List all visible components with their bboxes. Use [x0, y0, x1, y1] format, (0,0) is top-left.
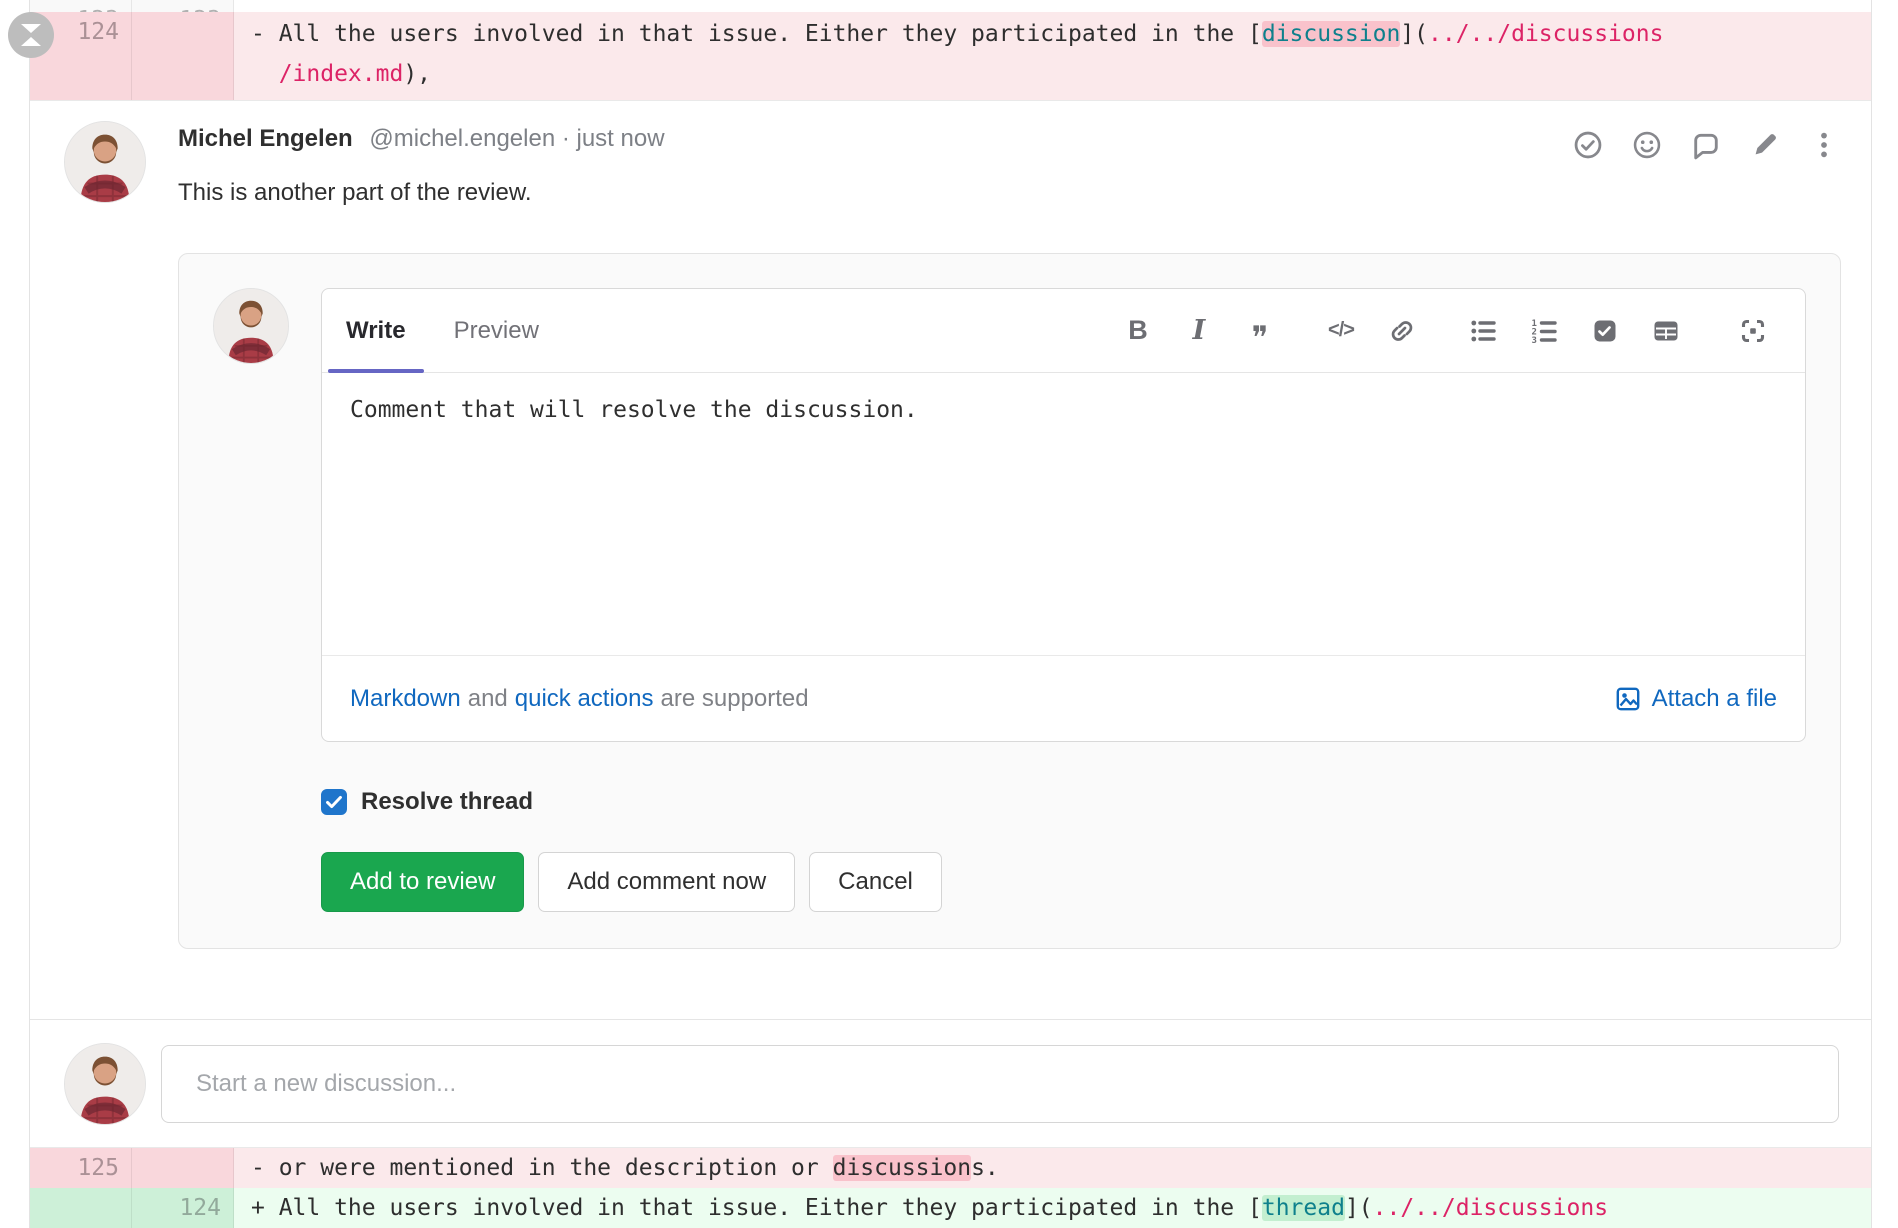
resolve-thread-checkbox[interactable] [321, 789, 347, 815]
resolve-thread-icon[interactable] [1571, 128, 1605, 162]
new-line-number: 123 [179, 0, 221, 12]
new-line-number: 124 [179, 1195, 221, 1221]
diff-code: - All the users involved in that issue. … [234, 12, 1871, 100]
comment: Michel Engelen @michel.engelen · just no… [64, 121, 1841, 949]
quote-icon[interactable]: ❞ [1246, 317, 1274, 345]
resolve-thread-label: Resolve thread [361, 788, 533, 816]
svg-text:3: 3 [1532, 336, 1537, 345]
diff-added-row: 124 + All the users involved in that iss… [30, 1188, 1871, 1228]
comment-textarea[interactable]: Comment that will resolve the discussion… [322, 373, 1805, 655]
code-icon[interactable]: </> [1327, 317, 1355, 345]
discussion-thread: Michel Engelen @michel.engelen · just no… [30, 100, 1871, 1019]
old-line-gutter[interactable] [30, 1188, 132, 1228]
diff-code: + All the users involved in that issue. … [234, 1188, 1871, 1228]
resolve-thread-row: Resolve thread [321, 788, 1806, 816]
link-icon[interactable] [1388, 317, 1416, 345]
merge-request-diff-discussion: 123 123 124 - All the users involved in … [0, 0, 1898, 1228]
new-line-gutter[interactable] [132, 12, 234, 100]
more-options-icon[interactable] [1807, 128, 1841, 162]
table-icon[interactable] [1652, 317, 1680, 345]
old-line-number: 124 [77, 19, 119, 45]
collapse-lines-button[interactable] [8, 12, 54, 58]
quick-actions-link[interactable]: quick actions [515, 685, 654, 713]
diff-table-frame: 123 123 124 - All the users involved in … [29, 0, 1872, 1228]
form-actions: Add to review Add comment now Cancel [321, 852, 1806, 912]
editor-footer: Markdown and quick actions are supported [322, 655, 1805, 741]
markdown-editor: Write Preview B I ❞ </> [321, 288, 1806, 742]
comment-body: This is another part of the review. [178, 179, 1841, 207]
diff-removed-row: 125 - or were mentioned in the descripti… [30, 1147, 1871, 1188]
comment-icon[interactable] [1689, 128, 1723, 162]
old-line-gutter[interactable]: 123 [30, 0, 132, 12]
author-meta: @michel.engelen · just now [369, 125, 664, 152]
author-name[interactable]: Michel Engelen [178, 125, 353, 152]
tab-write[interactable]: Write [322, 289, 430, 372]
attach-file-icon [1614, 685, 1642, 713]
add-to-review-button[interactable]: Add to review [321, 852, 524, 912]
attach-file-button[interactable]: Attach a file [1614, 685, 1777, 713]
diff-removed-row: 124 - All the users involved in that iss… [30, 12, 1871, 100]
task-list-icon[interactable] [1591, 317, 1619, 345]
editor-tabs: Write Preview [322, 289, 563, 372]
bold-icon[interactable]: B [1124, 317, 1152, 345]
editor-column: Write Preview B I ❞ </> [321, 288, 1806, 912]
diff-code [234, 0, 1871, 12]
fullscreen-icon[interactable] [1739, 317, 1767, 345]
cancel-button[interactable]: Cancel [809, 852, 942, 912]
attach-file-label: Attach a file [1652, 685, 1777, 713]
comment-column: Michel Engelen @michel.engelen · just no… [178, 121, 1841, 949]
diff-code: - or were mentioned in the description o… [234, 1148, 1871, 1188]
add-comment-now-button[interactable]: Add comment now [538, 852, 795, 912]
author-avatar [64, 121, 146, 203]
new-line-gutter[interactable]: 123 [132, 0, 234, 12]
diff-context-row: 123 123 [30, 0, 1871, 12]
italic-icon[interactable]: I [1185, 317, 1213, 345]
markdown-hint: Markdown and quick actions are supported [350, 685, 809, 713]
markdown-toolbar: B I ❞ </> [1124, 289, 1805, 372]
bulleted-list-icon[interactable] [1469, 317, 1497, 345]
new-line-gutter[interactable] [132, 1148, 234, 1188]
reply-form: Write Preview B I ❞ </> [178, 253, 1841, 949]
new-discussion-row [30, 1019, 1871, 1147]
new-line-gutter[interactable]: 124 [132, 1188, 234, 1228]
old-line-number: 123 [77, 0, 119, 12]
edit-icon[interactable] [1748, 128, 1782, 162]
current-user-avatar [213, 288, 289, 364]
note-actions [1571, 128, 1841, 162]
markdown-link[interactable]: Markdown [350, 685, 461, 713]
hint-text: are supported [661, 685, 809, 713]
tab-preview[interactable]: Preview [430, 289, 563, 372]
hint-text: and [468, 685, 508, 713]
numbered-list-icon[interactable]: 123 [1530, 317, 1558, 345]
old-line-number: 125 [77, 1155, 119, 1181]
editor-header: Write Preview B I ❞ </> [322, 289, 1805, 373]
old-line-gutter[interactable]: 125 [30, 1148, 132, 1188]
emoji-icon[interactable] [1630, 128, 1664, 162]
new-discussion-input[interactable] [161, 1045, 1839, 1123]
current-user-avatar [64, 1043, 146, 1125]
